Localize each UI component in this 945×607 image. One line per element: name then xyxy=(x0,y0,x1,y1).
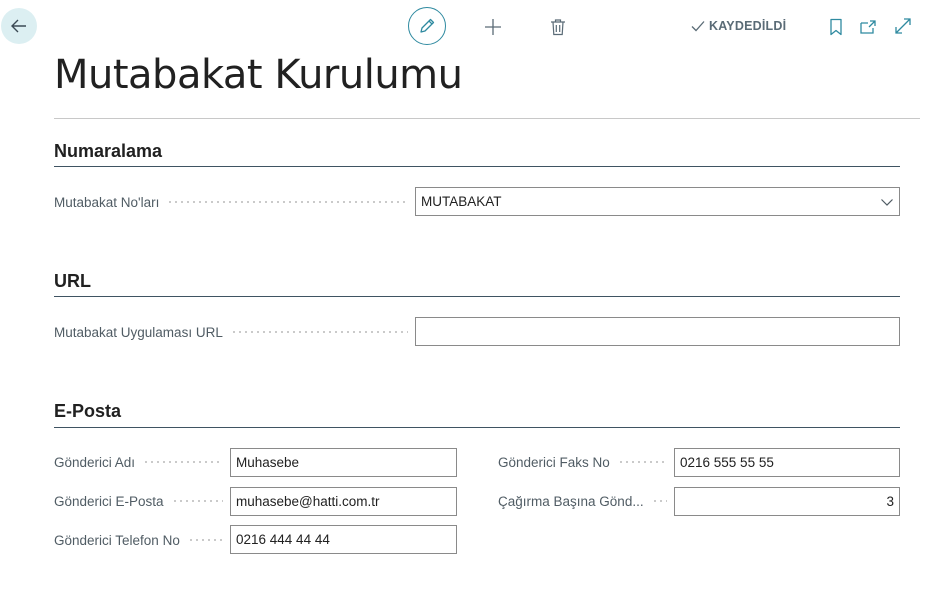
leader-dots xyxy=(187,539,223,541)
sender-fax-input[interactable]: 0216 555 55 55 xyxy=(674,448,900,477)
open-new-window-button[interactable] xyxy=(858,17,878,37)
back-button[interactable] xyxy=(1,8,37,44)
sender-email-input[interactable]: muhasebe@hatti.com.tr xyxy=(230,487,457,516)
leader-dots xyxy=(143,461,223,463)
sender-phone-value: 0216 444 44 44 xyxy=(236,532,330,547)
field-label-sender-email: Gönderici E-Posta xyxy=(54,492,229,510)
expand-icon xyxy=(895,18,911,34)
back-arrow-icon xyxy=(11,19,26,33)
title-divider xyxy=(54,118,920,119)
sender-name-value: Muhasebe xyxy=(236,455,300,470)
chevron-down-icon xyxy=(881,198,893,206)
sender-phone-input[interactable]: 0216 444 44 44 xyxy=(230,525,457,554)
saved-status: KAYDEDİLDİ xyxy=(690,17,786,35)
section-divider xyxy=(54,166,900,167)
per-call-input[interactable]: 3 xyxy=(674,487,900,516)
delete-button[interactable] xyxy=(547,16,569,38)
nos-select[interactable]: MUTABAKAT xyxy=(415,187,900,216)
field-label-sender-phone: Gönderici Telefon No xyxy=(54,531,229,549)
open-new-window-icon xyxy=(860,20,876,34)
field-label-text: Gönderici Faks No xyxy=(498,454,610,470)
leader-dots xyxy=(230,331,408,333)
new-button[interactable] xyxy=(482,16,504,38)
sender-fax-value: 0216 555 55 55 xyxy=(680,455,774,470)
leader-dots xyxy=(651,500,667,502)
field-label-sender-fax: Gönderici Faks No xyxy=(498,453,673,471)
field-label-nos: Mutabakat No'ları xyxy=(54,193,414,211)
leader-dots xyxy=(617,461,667,463)
field-label-text: Çağırma Başına Gönd... xyxy=(498,493,644,509)
leader-dots xyxy=(171,500,223,502)
section-title-url[interactable]: URL xyxy=(54,271,91,292)
bookmark-button[interactable] xyxy=(827,17,845,37)
section-title-numbering[interactable]: Numaralama xyxy=(54,141,162,162)
section-divider xyxy=(54,296,900,297)
leader-dots xyxy=(167,201,408,203)
field-label-app-url: Mutabakat Uygulaması URL xyxy=(54,323,414,341)
saved-label: KAYDEDİLDİ xyxy=(709,19,787,33)
field-label-text: Mutabakat Uygulaması URL xyxy=(54,324,223,340)
bookmark-icon xyxy=(830,18,842,36)
plus-icon xyxy=(485,19,501,35)
edit-button[interactable] xyxy=(408,7,446,45)
page-title: Mutabakat Kurulumu xyxy=(54,52,463,98)
section-title-email[interactable]: E-Posta xyxy=(54,401,121,422)
field-label-sender-name: Gönderici Adı xyxy=(54,453,229,471)
sender-name-input[interactable]: Muhasebe xyxy=(230,448,457,477)
field-label-per-call: Çağırma Başına Gönd... xyxy=(498,492,673,510)
section-divider xyxy=(54,427,900,428)
field-label-text: Gönderici Adı xyxy=(54,454,136,470)
expand-button[interactable] xyxy=(893,16,913,36)
pencil-icon xyxy=(420,18,435,33)
field-label-text: Gönderici E-Posta xyxy=(54,493,164,509)
app-url-input[interactable] xyxy=(415,317,900,346)
per-call-value: 3 xyxy=(886,494,894,509)
field-label-text: Mutabakat No'ları xyxy=(54,194,160,210)
trash-icon xyxy=(551,19,565,36)
check-icon xyxy=(691,21,705,32)
nos-value: MUTABAKAT xyxy=(421,194,502,209)
sender-email-value: muhasebe@hatti.com.tr xyxy=(236,494,380,509)
field-label-text: Gönderici Telefon No xyxy=(54,532,180,548)
